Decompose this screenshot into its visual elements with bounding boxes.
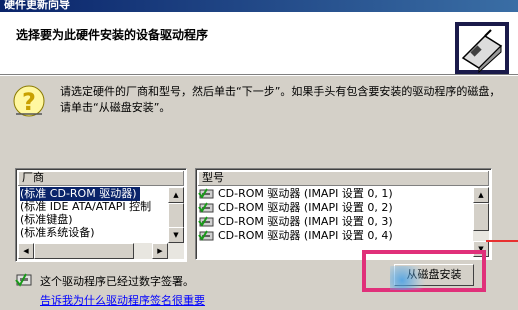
window-title: 硬件更新向导 xyxy=(4,0,70,11)
scroll-thumb[interactable] xyxy=(473,203,489,231)
scroll-left-arrow-icon[interactable]: ◀ xyxy=(18,243,34,259)
cd-drive-signed-icon xyxy=(198,230,214,241)
svg-text:?: ? xyxy=(22,88,36,116)
wizard-header: 选择要为此硬件安装的设备驱动程序 xyxy=(0,12,518,75)
scroll-up-arrow-icon[interactable]: ▲ xyxy=(168,187,184,203)
model-item[interactable]: CD-ROM 驱动器 (IMAPI 设置 0, 1) xyxy=(198,187,393,201)
model-column-header[interactable]: 型号 xyxy=(198,171,489,186)
signed-driver-icon xyxy=(15,273,32,287)
window-title-bar: 硬件更新向导 xyxy=(0,0,518,12)
manufacturer-list[interactable]: 厂商 (标准 CD-ROM 驱动器) (标准 IDE ATA/ATAPI 控制 … xyxy=(15,168,187,262)
page-title: 选择要为此硬件安装的设备驱动程序 xyxy=(16,28,209,42)
model-item-label: CD-ROM 驱动器 (IMAPI 设置 0, 4) xyxy=(218,229,393,242)
scroll-down-arrow-icon[interactable]: ▼ xyxy=(168,227,184,243)
manufacturer-item[interactable]: (标准系统设备) xyxy=(20,226,95,240)
hardware-card-icon xyxy=(455,22,509,74)
scroll-thumb[interactable] xyxy=(34,243,134,259)
model-item-label: CD-ROM 驱动器 (IMAPI 设置 0, 1) xyxy=(218,187,393,200)
manufacturer-column-header[interactable]: 厂商 xyxy=(18,171,184,186)
model-item[interactable]: CD-ROM 驱动器 (IMAPI 设置 0, 4) xyxy=(198,229,393,243)
model-item[interactable]: CD-ROM 驱动器 (IMAPI 设置 0, 3) xyxy=(198,215,393,229)
have-disk-button[interactable]: 从磁盘安装 xyxy=(394,264,474,286)
cd-drive-signed-icon xyxy=(198,188,214,199)
scroll-right-arrow-icon[interactable]: ▶ xyxy=(152,243,168,259)
signature-status-text: 这个驱动程序已经过数字签署。 xyxy=(40,275,194,288)
header-separator xyxy=(0,75,518,76)
model-item[interactable]: CD-ROM 驱动器 (IMAPI 设置 0, 2) xyxy=(198,201,393,215)
manufacturer-item[interactable]: (标准 CD-ROM 驱动器) xyxy=(19,186,141,202)
manufacturer-vscrollbar[interactable]: ▲ ▼ xyxy=(168,187,184,243)
question-help-icon: ? xyxy=(13,85,45,117)
cd-drive-signed-icon xyxy=(198,202,214,213)
cd-drive-signed-icon xyxy=(198,216,214,227)
instruction-text: 请选定硬件的厂商和型号，然后单击“下一步”。如果手头有包含要安装的驱动程序的磁盘… xyxy=(60,85,501,114)
manufacturer-item[interactable]: (标准 IDE ATA/ATAPI 控制 xyxy=(20,200,151,214)
manufacturer-item[interactable]: (标准键盘) xyxy=(20,213,73,227)
scroll-up-arrow-icon[interactable]: ▲ xyxy=(473,187,489,203)
model-list[interactable]: 型号 CD-ROM 驱动器 (IMAPI 设置 0, 1) CD-ROM 驱动器… xyxy=(195,168,492,260)
manufacturer-hscrollbar[interactable]: ◀ ▶ xyxy=(18,243,184,259)
model-item-label: CD-ROM 驱动器 (IMAPI 设置 0, 3) xyxy=(218,215,393,228)
model-vscrollbar[interactable]: ▲ ▼ xyxy=(473,187,489,257)
signature-info-link[interactable]: 告诉我为什么驱动程序签名很重要 xyxy=(40,292,205,308)
annotation-line xyxy=(486,240,518,242)
model-item-label: CD-ROM 驱动器 (IMAPI 设置 0, 2) xyxy=(218,201,393,214)
